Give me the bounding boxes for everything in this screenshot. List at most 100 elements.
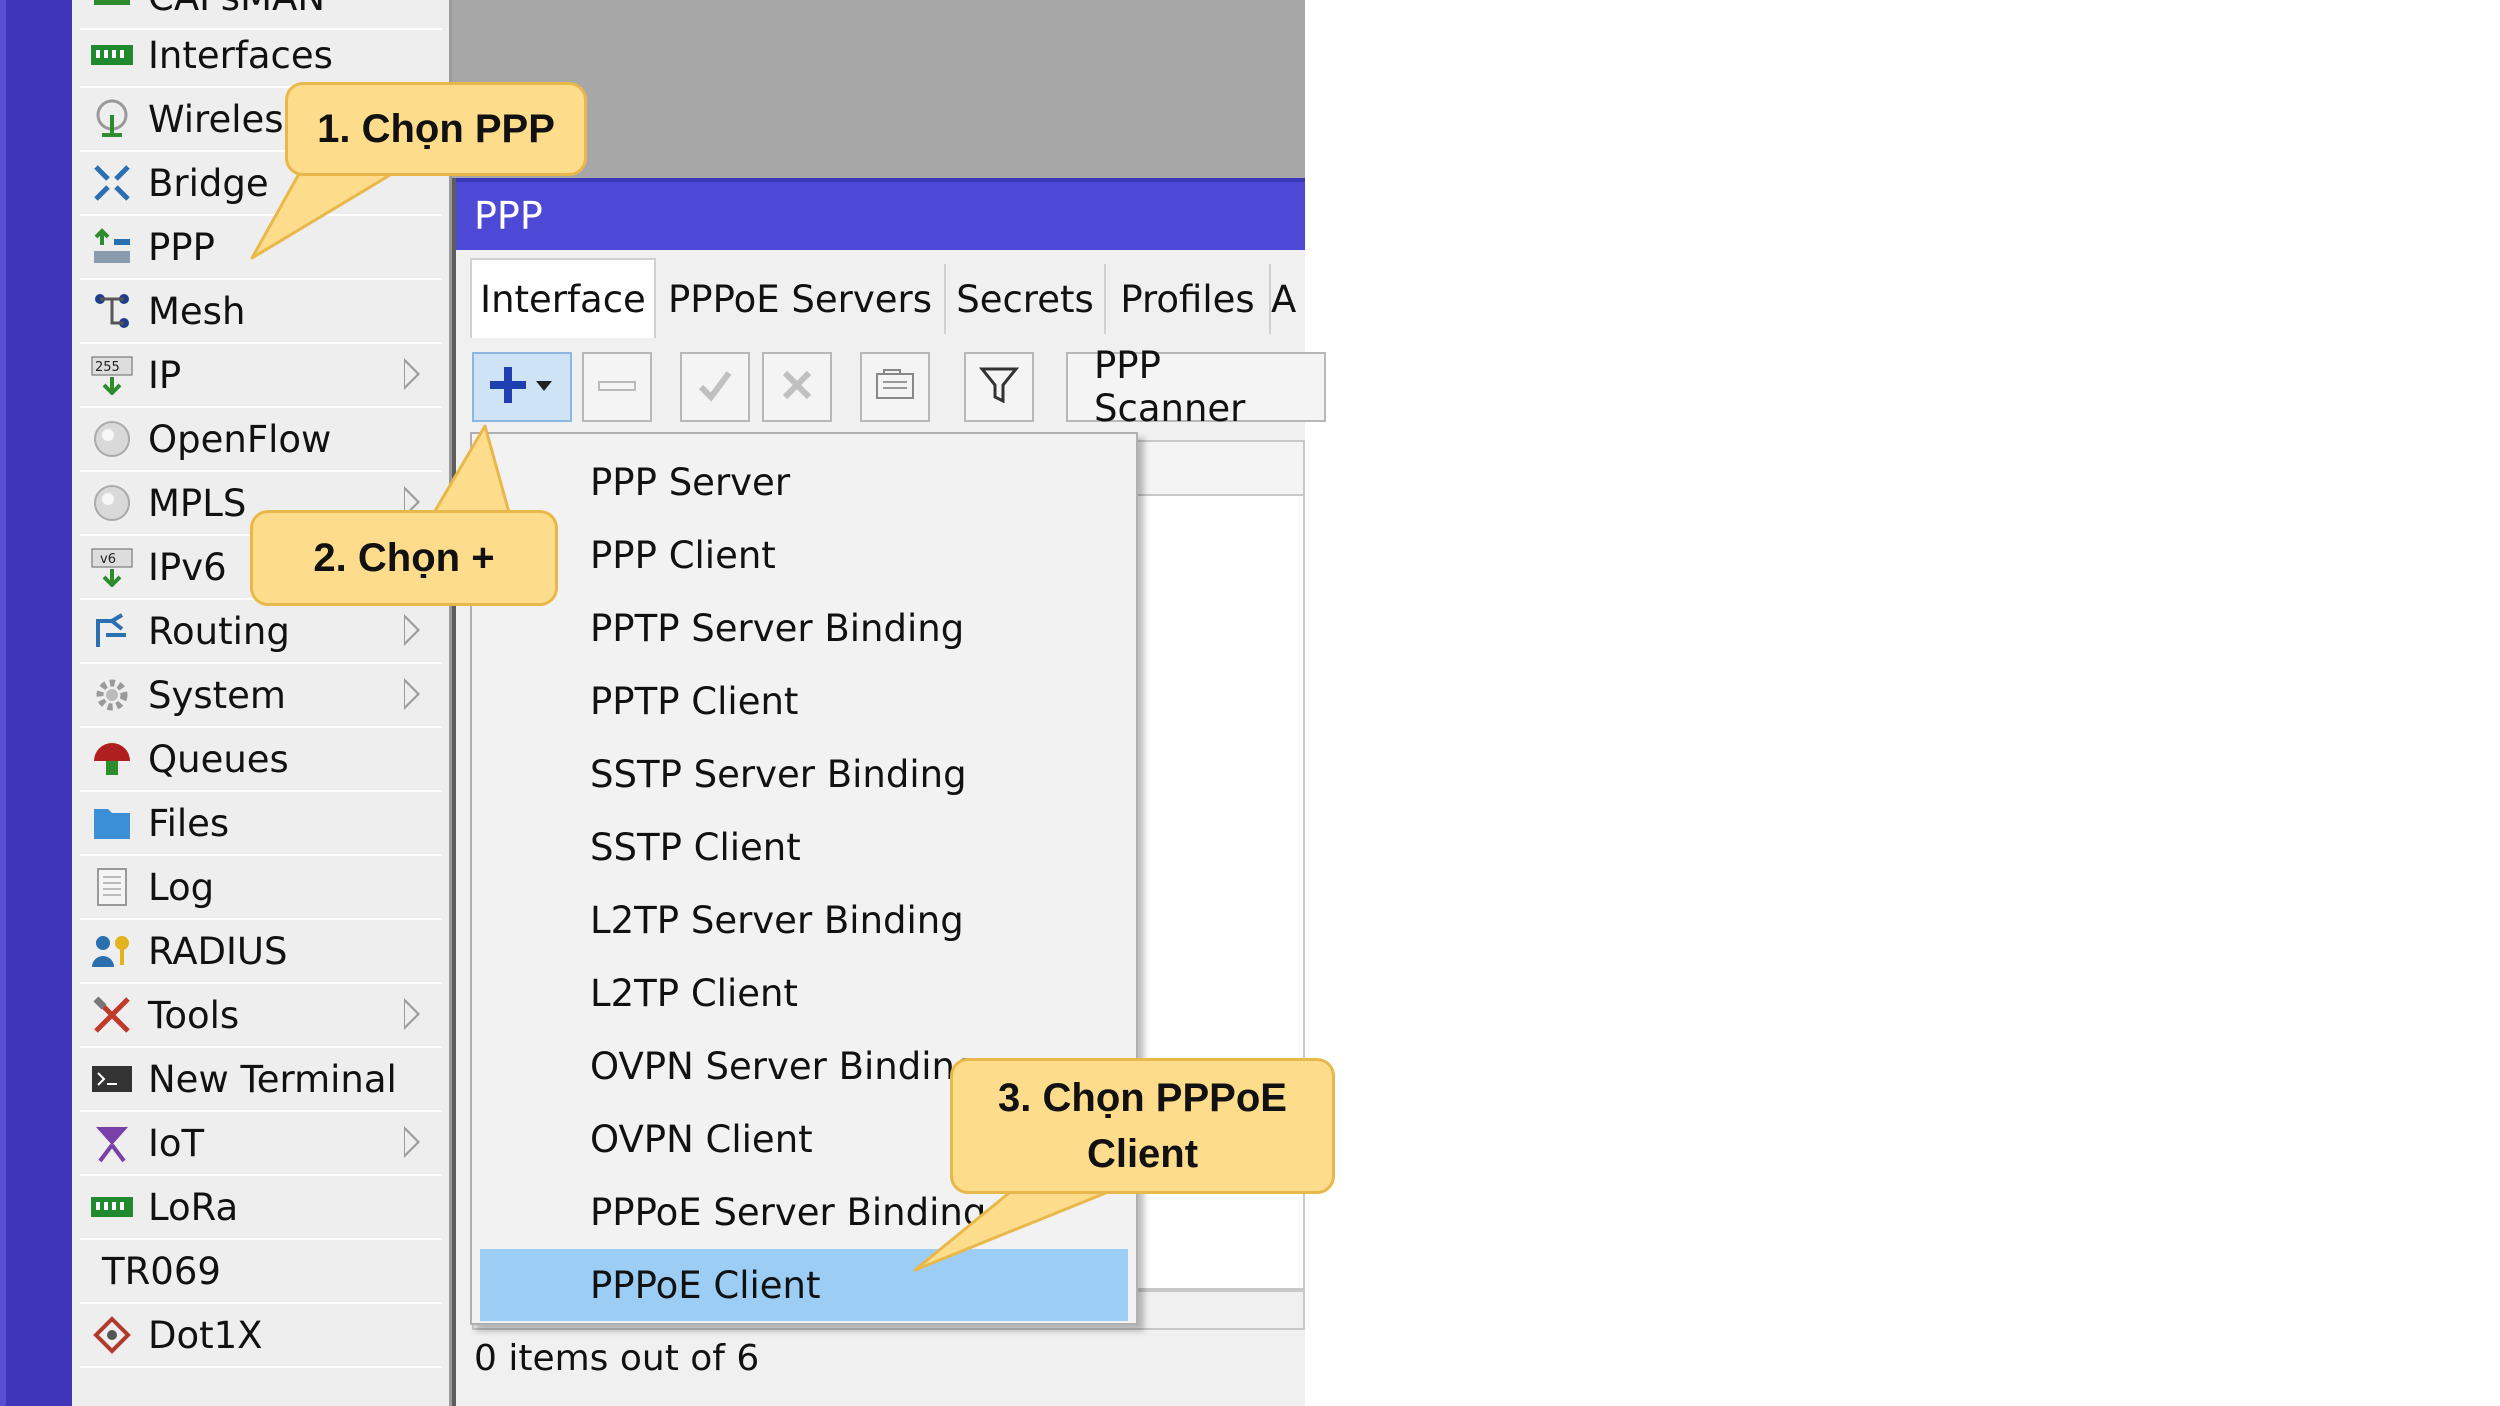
callout-step-3: 3. Chọn PPPoE Client [950,1058,1335,1194]
sidebar-item-label: Dot1X [148,1313,263,1357]
callout-step-1-text: 1. Chọn PPP [317,107,555,151]
terminal-icon [88,1057,136,1101]
sidebar-item-label: Queues [148,737,289,781]
cross-icon [777,365,817,409]
toolbar: PPP Scanner [456,338,1326,430]
sidebar-menu: CAPsMAN Interfaces Wireless Bridge PPP M… [72,0,452,1406]
submenu-arrow-icon [404,614,420,646]
menu-item-l2tp-client[interactable]: L2TP Client [480,957,1128,1029]
menu-item-pptp-server-binding[interactable]: PPTP Server Binding [480,592,1128,664]
sidebar-item-label: Files [148,801,230,845]
radius-icon [88,929,136,973]
filter-button[interactable] [964,352,1034,422]
menu-item-sstp-server-binding[interactable]: SSTP Server Binding [480,738,1128,810]
sidebar-item-label: Wireless [148,97,303,141]
iot-icon [88,1121,136,1165]
system-icon [88,673,136,717]
window-titlebar[interactable]: PPP [456,178,1305,250]
left-accent-bar-inner [6,0,72,1406]
sidebar-item-queues[interactable]: Queues [80,728,442,792]
sidebar-item-openflow[interactable]: OpenFlow [80,408,442,472]
sidebar-item-label: PPP [148,225,215,269]
sidebar-item-mesh[interactable]: Mesh [80,280,442,344]
submenu-arrow-icon [404,1126,420,1158]
files-icon [88,801,136,845]
sidebar-item-label: IoT [148,1121,205,1165]
sidebar-item-system[interactable]: System [80,664,442,728]
sidebar-item-log[interactable]: Log [80,856,442,920]
queues-icon [88,737,136,781]
submenu-arrow-icon [404,358,420,390]
sidebar-item-tools[interactable]: Tools [80,984,442,1048]
sidebar-item-files[interactable]: Files [80,792,442,856]
ppp-scanner-button[interactable]: PPP Scanner [1066,344,1326,430]
sidebar-item-label: System [148,673,286,717]
status-text: 0 items out of 6 [474,1338,760,1379]
submenu-arrow-icon [404,998,420,1030]
dot1x-icon [88,1313,136,1357]
tab-profiles[interactable]: Profiles [1106,264,1271,334]
wireless-icon [88,97,136,141]
mpls-icon [88,481,136,525]
check-icon [695,365,735,409]
sidebar-item-routing[interactable]: Routing [80,600,442,664]
callout-step-2: 2. Chọn + [250,510,558,606]
menu-item-l2tp-server-binding[interactable]: L2TP Server Binding [480,884,1128,956]
callout-step-1: 1. Chọn PPP [285,82,587,176]
callout-step-3-line2: Client [1086,1132,1199,1176]
openflow-icon [88,417,136,461]
callout-step-3-line1: 3. Chọn PPPoE [998,1076,1287,1120]
sidebar-item-label: MPLS [148,481,247,525]
routing-icon [88,609,136,653]
comment-button[interactable] [860,352,930,422]
capsman-icon [88,0,136,19]
svg-text:255: 255 [95,360,120,375]
bridge-icon [88,161,136,205]
enable-button[interactable] [680,352,750,422]
sidebar-item-label: RADIUS [148,929,288,973]
add-icon [490,363,554,411]
menu-item-pptp-client[interactable]: PPTP Client [480,665,1128,737]
ipv6-icon: v6 [88,545,136,589]
sidebar-item-tr069[interactable]: TR069 [80,1240,442,1304]
callout-step-2-text: 2. Chọn + [313,536,495,580]
sidebar-item-label: Log [148,865,215,909]
sidebar-item-label: LoRa [148,1185,239,1229]
tab-interface[interactable]: Interface [470,258,656,338]
sidebar-item-label: Interfaces [148,33,333,77]
sidebar-item-label: Mesh [148,289,246,333]
sidebar-item-lora[interactable]: LoRa [80,1176,442,1240]
sidebar-item-new-terminal[interactable]: New Terminal [80,1048,442,1112]
lora-icon [88,1185,136,1229]
tools-icon [88,993,136,1037]
sidebar-item-radius[interactable]: RADIUS [80,920,442,984]
comment-icon [874,368,916,406]
remove-button[interactable] [582,352,652,422]
sidebar-item-label: OpenFlow [148,417,332,461]
disable-button[interactable] [762,352,832,422]
sidebar-item-interfaces[interactable]: Interfaces [80,24,442,88]
menu-item-ppp-client[interactable]: PPP Client [480,519,1128,591]
menu-item-sstp-client[interactable]: SSTP Client [480,811,1128,883]
minus-icon [597,378,637,397]
menu-item-pppoe-client[interactable]: PPPoE Client [480,1249,1128,1321]
left-accent-bar [0,0,72,1406]
interfaces-icon [88,33,136,77]
filter-icon [978,365,1020,409]
log-icon [88,865,136,909]
add-button[interactable] [472,352,572,422]
sidebar-item-ip[interactable]: 255 IP [80,344,442,408]
sidebar-item-iot[interactable]: IoT [80,1112,442,1176]
tab-secrets[interactable]: Secrets [946,264,1106,334]
sidebar-item-label: Routing [148,609,290,653]
submenu-arrow-icon [404,678,420,710]
sidebar-item-label: Tools [148,993,240,1037]
sidebar-item-ppp[interactable]: PPP [80,216,442,280]
sidebar-item-dot1x[interactable]: Dot1X [80,1304,442,1368]
window-title: PPP [474,194,543,238]
menu-item-ppp-server[interactable]: PPP Server [480,446,1128,518]
tab-truncated[interactable]: A [1271,264,1305,334]
tab-pppoe-servers[interactable]: PPPoE Servers [656,264,946,334]
ppp-icon [88,225,136,269]
sidebar-item-label: Bridge [148,161,269,205]
